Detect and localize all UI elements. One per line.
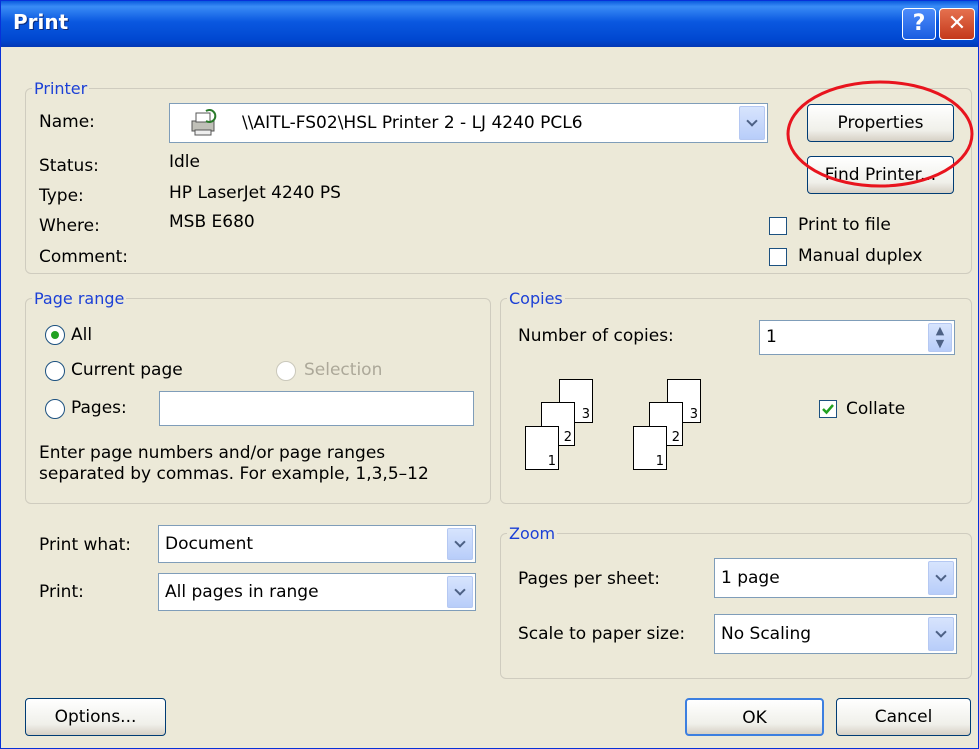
number-of-copies-value: 1 [766, 327, 777, 347]
chevron-down-icon[interactable] [928, 561, 954, 595]
zoom-group-label: Zoom [509, 524, 556, 543]
options-button[interactable]: Options... [25, 698, 166, 736]
selection-radio [276, 361, 296, 381]
printer-icon [191, 109, 217, 136]
printer-name-value: \\AITL-FS02\HSL Printer 2 - LJ 4240 PCL6 [242, 113, 583, 133]
copies-group-label: Copies [509, 289, 563, 308]
status-value: Idle [169, 152, 200, 172]
close-icon[interactable]: ✕ [939, 8, 975, 40]
printer-name-select[interactable]: \\AITL-FS02\HSL Printer 2 - LJ 4240 PCL6 [169, 103, 768, 143]
print-dialog: Print ? ✕ Printer Name: \\AITL-FS02\HSL … [0, 0, 979, 749]
pages-per-sheet-select[interactable]: 1 page [714, 558, 957, 598]
chevron-down-icon[interactable] [447, 528, 473, 560]
print-to-file-label[interactable]: Print to file [798, 215, 891, 235]
scale-to-paper-size-select[interactable]: No Scaling [714, 614, 957, 654]
number-of-copies-spinner[interactable]: 1 ▲ ▼ [759, 320, 955, 355]
chevron-down-icon[interactable] [739, 106, 765, 140]
all-radio[interactable] [45, 325, 65, 345]
chevron-down-icon[interactable] [447, 576, 473, 608]
cancel-button[interactable]: Cancel [836, 698, 971, 736]
print-to-file-checkbox[interactable] [769, 217, 787, 235]
scale-to-paper-size-value: No Scaling [721, 624, 812, 644]
title-bar[interactable]: Print ? ✕ [1, 1, 978, 47]
spinner-arrows-icon[interactable]: ▲ ▼ [928, 323, 952, 352]
where-label: Where: [39, 216, 100, 236]
pages-radio[interactable] [45, 399, 65, 419]
comment-label: Comment: [39, 247, 129, 267]
help-icon[interactable]: ? [902, 8, 936, 40]
page-range-group-label: Page range [34, 289, 125, 308]
print-what-value: Document [165, 534, 254, 554]
print-label: Print: [39, 582, 84, 602]
selection-label: Selection [304, 360, 383, 380]
type-label: Type: [39, 186, 84, 206]
current-page-radio[interactable] [45, 361, 65, 381]
type-value: HP LaserJet 4240 PS [169, 183, 341, 203]
name-label: Name: [39, 112, 95, 132]
zoom-group: Zoom [500, 524, 972, 679]
chevron-down-icon[interactable] [928, 617, 954, 651]
page-icon: 1 [525, 426, 559, 470]
print-value: All pages in range [165, 582, 319, 602]
annotation-circle [786, 80, 974, 188]
pages-input[interactable] [159, 391, 474, 426]
collate-checkbox[interactable] [819, 400, 837, 418]
print-select[interactable]: All pages in range [158, 573, 476, 611]
scale-to-paper-size-label: Scale to paper size: [518, 624, 686, 644]
number-of-copies-label: Number of copies: [518, 326, 674, 346]
page-icon: 1 [633, 426, 667, 470]
page-range-help-line1: Enter page numbers and/or page ranges [39, 443, 386, 463]
all-label[interactable]: All [71, 325, 92, 345]
window-title: Print [13, 10, 69, 34]
where-value: MSB E680 [169, 212, 255, 232]
collate-label[interactable]: Collate [846, 399, 905, 419]
printer-group-label: Printer [34, 79, 88, 98]
page-range-help-line2: separated by commas. For example, 1,3,5–… [39, 464, 429, 484]
pages-per-sheet-label: Pages per sheet: [518, 569, 661, 589]
status-label: Status: [39, 156, 99, 176]
current-page-label[interactable]: Current page [71, 360, 183, 380]
print-what-label: Print what: [39, 535, 131, 555]
pages-label[interactable]: Pages: [71, 398, 127, 418]
pages-per-sheet-value: 1 page [721, 568, 780, 588]
checkmark-icon [822, 404, 834, 415]
manual-duplex-label[interactable]: Manual duplex [798, 246, 922, 266]
manual-duplex-checkbox[interactable] [769, 248, 787, 266]
ok-button[interactable]: OK [685, 698, 824, 736]
print-what-select[interactable]: Document [158, 525, 476, 563]
